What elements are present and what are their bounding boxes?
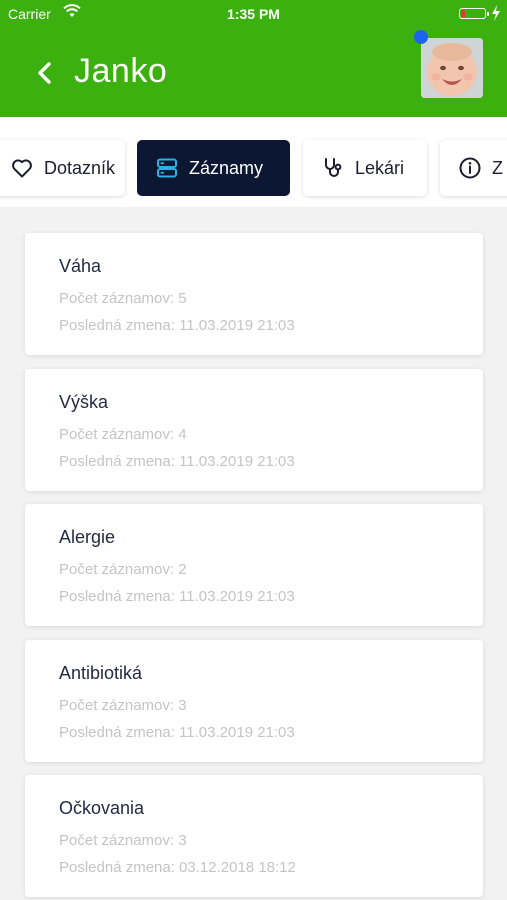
heart-icon <box>12 159 32 178</box>
baby-photo-icon <box>421 38 483 98</box>
record-last-change: Posledná zmena: 11.03.2019 21:03 <box>59 453 295 470</box>
record-card-vaha[interactable]: Váha Počet záznamov: 5 Posledná zmena: 1… <box>25 233 483 355</box>
record-title: Váha <box>59 256 102 276</box>
tab-lekari[interactable]: Lekári <box>303 140 427 196</box>
tab-label: Dotazník <box>44 157 116 178</box>
charging-icon <box>492 5 500 21</box>
record-title: Očkovania <box>59 798 145 818</box>
record-title: Výška <box>59 392 109 412</box>
server-icon <box>157 158 177 178</box>
record-title: Antibiotiká <box>59 663 143 683</box>
record-last-change: Posledná zmena: 11.03.2019 21:03 <box>59 317 295 334</box>
chevron-left-icon <box>38 62 51 84</box>
back-button[interactable] <box>30 55 60 91</box>
avatar[interactable] <box>421 38 483 98</box>
app-header: Carrier 1:35 PM Janko <box>0 0 507 117</box>
info-icon <box>459 157 481 179</box>
record-title: Alergie <box>59 527 116 547</box>
record-count: Počet záznamov: 2 <box>59 561 187 578</box>
record-card-antibiotika[interactable]: Antibiotiká Počet záznamov: 3 Posledná z… <box>25 640 483 762</box>
tab-label: Záznamy <box>189 157 264 178</box>
record-card-ockovania[interactable]: Očkovania Počet záznamov: 3 Posledná zme… <box>25 775 483 897</box>
record-count: Počet záznamov: 5 <box>59 290 187 307</box>
record-count: Počet záznamov: 4 <box>59 426 187 443</box>
tab-zaznamy[interactable]: Záznamy <box>137 140 290 196</box>
tab-info[interactable]: Z <box>440 140 507 196</box>
page-title: Janko <box>74 52 168 90</box>
record-last-change: Posledná zmena: 03.12.2018 18:12 <box>59 859 296 876</box>
status-time: 1:35 PM <box>227 6 280 22</box>
battery-icon <box>459 8 489 19</box>
status-bar: Carrier 1:35 PM <box>0 0 507 28</box>
record-card-vyska[interactable]: Výška Počet záznamov: 4 Posledná zmena: … <box>25 369 483 491</box>
notification-dot <box>414 30 428 44</box>
tab-bar: Dotazník Záznamy Lekári Z <box>0 117 507 207</box>
record-count: Počet záznamov: 3 <box>59 697 187 714</box>
record-last-change: Posledná zmena: 11.03.2019 21:03 <box>59 724 295 741</box>
tab-label: Z <box>492 157 503 178</box>
record-last-change: Posledná zmena: 11.03.2019 21:03 <box>59 588 295 605</box>
tab-label: Lekári <box>355 157 405 178</box>
record-count: Počet záznamov: 3 <box>59 832 187 849</box>
tab-dotaznik[interactable]: Dotazník <box>0 140 125 196</box>
stethoscope-icon <box>325 158 342 177</box>
record-card-alergie[interactable]: Alergie Počet záznamov: 2 Posledná zmena… <box>25 504 483 626</box>
